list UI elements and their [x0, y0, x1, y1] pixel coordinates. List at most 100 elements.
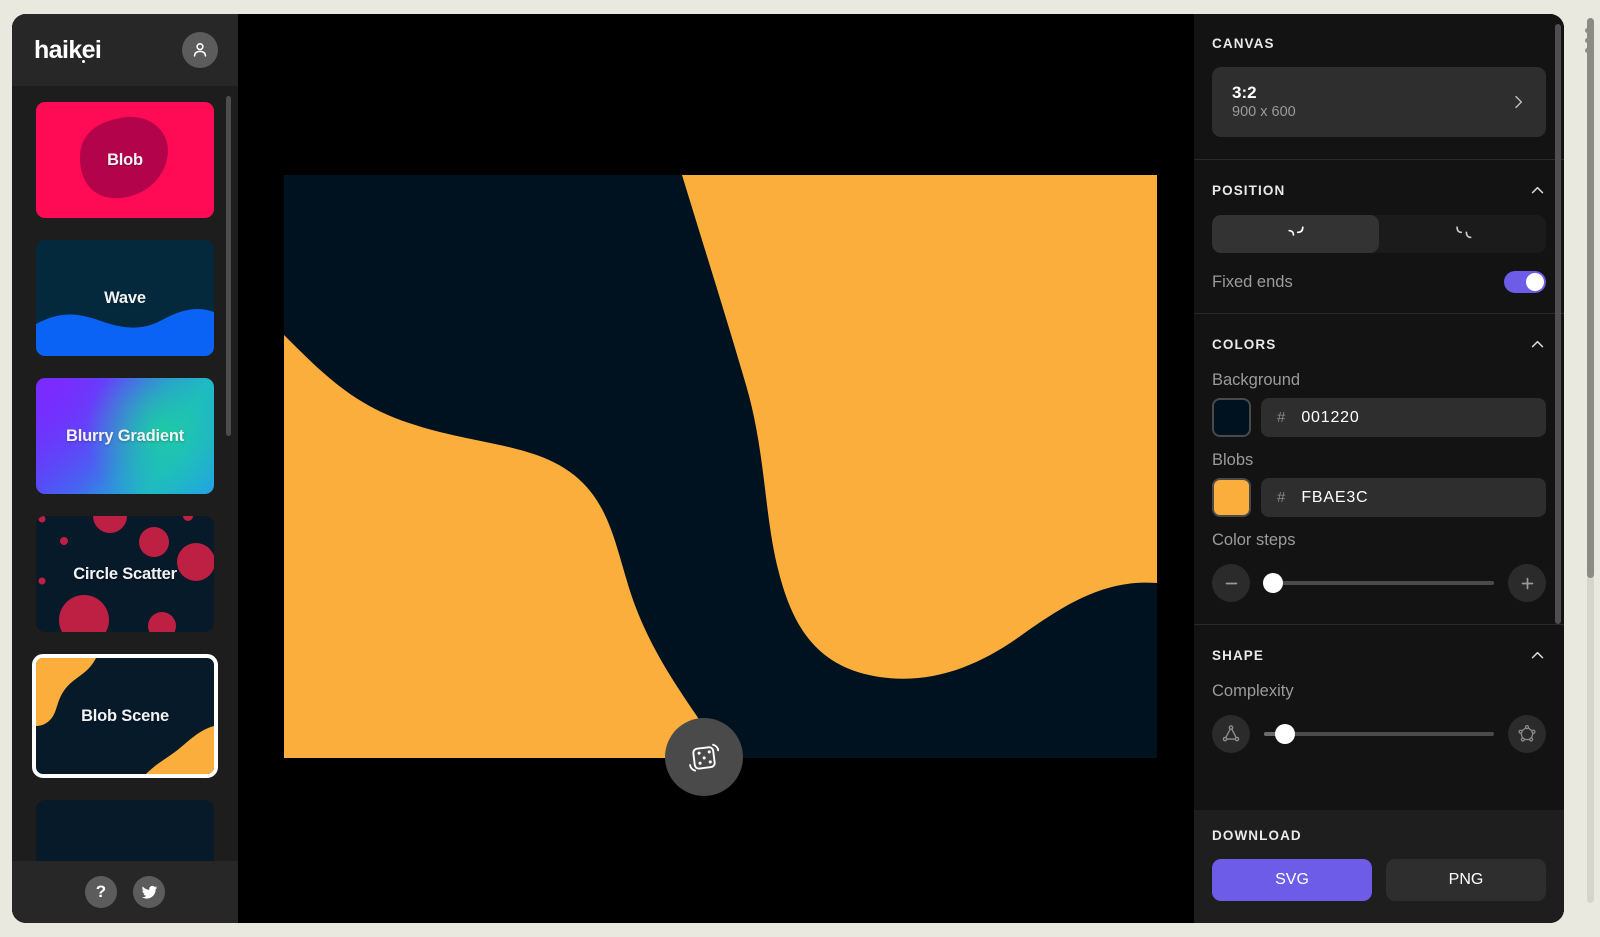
- preset-label: Wave: [104, 289, 146, 308]
- canvas-section-title: CANVAS: [1212, 36, 1275, 51]
- window-scrollbar-track[interactable]: [1587, 18, 1594, 903]
- background-color-label: Background: [1212, 371, 1546, 390]
- fixed-ends-row: Fixed ends: [1212, 265, 1546, 313]
- plus-icon: [1519, 575, 1536, 592]
- dice-randomize-icon: [684, 737, 724, 777]
- download-png-label: PNG: [1449, 871, 1484, 889]
- canvas-ratio-value: 3:2: [1232, 82, 1296, 103]
- curve-arcs-left-icon: [1281, 223, 1311, 245]
- download-svg-label: SVG: [1275, 871, 1309, 889]
- preset-label: Blurry Gradient: [66, 427, 184, 446]
- position-toggle-group[interactable]: [1212, 215, 1546, 253]
- question-mark-icon: ?: [96, 882, 106, 902]
- shape-section: SHAPE Complexity: [1194, 625, 1564, 775]
- blobs-hex-input[interactable]: # FBAE3C: [1261, 478, 1546, 517]
- preset-label: Blob: [107, 151, 143, 170]
- chevron-up-icon[interactable]: [1529, 647, 1546, 664]
- blob-scene-artwork: [284, 175, 1157, 758]
- complexity-slider-knob[interactable]: [1275, 724, 1295, 744]
- color-steps-slider-row: [1212, 558, 1546, 624]
- right-settings-panel: CANVAS 3:2 900 x 600: [1194, 14, 1564, 923]
- color-steps-slider-knob[interactable]: [1263, 573, 1283, 593]
- hash-symbol: #: [1277, 409, 1285, 426]
- position-section-title: POSITION: [1212, 183, 1285, 198]
- color-steps-label: Color steps: [1212, 531, 1546, 550]
- background-color-row: # 001220: [1212, 398, 1546, 437]
- color-steps-slider[interactable]: [1264, 581, 1494, 585]
- canvas-size-text: 3:2 900 x 600: [1232, 82, 1296, 123]
- user-avatar-icon: [190, 40, 210, 60]
- chevron-up-icon[interactable]: [1529, 182, 1546, 199]
- logo-accent-dot: [82, 60, 85, 63]
- background-hex-input[interactable]: # 001220: [1261, 398, 1546, 437]
- sidebar-footer: ?: [12, 861, 238, 923]
- complexity-label: Complexity: [1212, 682, 1546, 701]
- app-shell: haikei Blob: [12, 14, 1564, 923]
- window-scrollbar-thumb[interactable]: [1587, 18, 1594, 578]
- preset-list[interactable]: Blob Wave Blurry Gradient: [12, 86, 238, 861]
- app-logo-text: haikei: [34, 36, 101, 64]
- fixed-ends-label: Fixed ends: [1212, 273, 1293, 292]
- position-section-header[interactable]: POSITION: [1212, 160, 1546, 215]
- background-color-swatch[interactable]: [1212, 398, 1251, 437]
- curve-arcs-right-icon: [1448, 223, 1478, 245]
- fixed-ends-toggle[interactable]: [1504, 271, 1546, 293]
- randomize-button[interactable]: [665, 718, 743, 796]
- position-orientation-a-button[interactable]: [1212, 215, 1379, 253]
- canvas-section-header: CANVAS: [1212, 14, 1546, 67]
- download-section-title: DOWNLOAD: [1212, 828, 1546, 843]
- panel-scrollbar-thumb[interactable]: [1555, 24, 1561, 624]
- avatar[interactable]: [182, 32, 218, 68]
- download-buttons: SVG PNG: [1212, 859, 1546, 901]
- hash-symbol: #: [1277, 489, 1285, 506]
- complexity-slider-row: [1212, 709, 1546, 775]
- download-png-button[interactable]: PNG: [1386, 859, 1546, 901]
- sidebar-item-next-partial[interactable]: [36, 800, 214, 861]
- canvas-area[interactable]: [238, 14, 1194, 923]
- download-section: DOWNLOAD SVG PNG: [1194, 810, 1564, 923]
- position-section: POSITION: [1194, 160, 1564, 313]
- sidebar-header: haikei: [12, 14, 238, 86]
- canvas-dimensions-value: 900 x 600: [1232, 103, 1296, 123]
- color-steps-increase-button[interactable]: [1508, 564, 1546, 602]
- colors-section: COLORS Background # 001220 Blobs: [1194, 314, 1564, 624]
- complexity-slider[interactable]: [1264, 732, 1494, 736]
- sidebar-item-circle-scatter[interactable]: Circle Scatter: [36, 516, 214, 632]
- blobs-color-label: Blobs: [1212, 451, 1546, 470]
- download-svg-button[interactable]: SVG: [1212, 859, 1372, 901]
- colors-section-title: COLORS: [1212, 337, 1276, 352]
- artboard[interactable]: [284, 175, 1157, 758]
- preset-list-scrollbar-thumb[interactable]: [226, 96, 231, 436]
- sidebar-item-blob-scene[interactable]: Blob Scene: [32, 654, 218, 778]
- app-logo[interactable]: haikei: [34, 38, 101, 63]
- twitter-button[interactable]: [133, 876, 165, 908]
- window-frame: haikei Blob: [0, 0, 1600, 937]
- sidebar-item-blurry-gradient[interactable]: Blurry Gradient: [36, 378, 214, 494]
- color-steps-decrease-button[interactable]: [1212, 564, 1250, 602]
- left-sidebar: haikei Blob: [12, 14, 238, 923]
- colors-section-header[interactable]: COLORS: [1212, 314, 1546, 369]
- shape-section-title: SHAPE: [1212, 648, 1264, 663]
- polygon-simple-icon: [1220, 723, 1242, 745]
- position-orientation-b-button[interactable]: [1379, 215, 1546, 253]
- sidebar-item-wave[interactable]: Wave: [36, 240, 214, 356]
- blobs-hex-value: FBAE3C: [1301, 489, 1368, 507]
- chevron-up-icon[interactable]: [1529, 336, 1546, 353]
- minus-icon: [1223, 575, 1240, 592]
- blobs-color-row: # FBAE3C: [1212, 478, 1546, 517]
- chevron-right-icon: [1510, 94, 1526, 110]
- help-button[interactable]: ?: [85, 876, 117, 908]
- shape-section-header[interactable]: SHAPE: [1212, 625, 1546, 680]
- background-hex-value: 001220: [1301, 409, 1359, 427]
- fixed-ends-toggle-knob: [1526, 273, 1544, 291]
- blobs-color-swatch[interactable]: [1212, 478, 1251, 517]
- polygon-complex-icon: [1516, 723, 1538, 745]
- preset-label: Circle Scatter: [73, 565, 177, 584]
- panel-scroll-area[interactable]: CANVAS 3:2 900 x 600: [1194, 14, 1564, 810]
- complexity-high-button[interactable]: [1508, 715, 1546, 753]
- sidebar-item-blob[interactable]: Blob: [36, 102, 214, 218]
- canvas-size-button[interactable]: 3:2 900 x 600: [1212, 67, 1546, 137]
- preset-label: Blob Scene: [81, 707, 169, 726]
- canvas-section: CANVAS 3:2 900 x 600: [1194, 14, 1564, 137]
- complexity-low-button[interactable]: [1212, 715, 1250, 753]
